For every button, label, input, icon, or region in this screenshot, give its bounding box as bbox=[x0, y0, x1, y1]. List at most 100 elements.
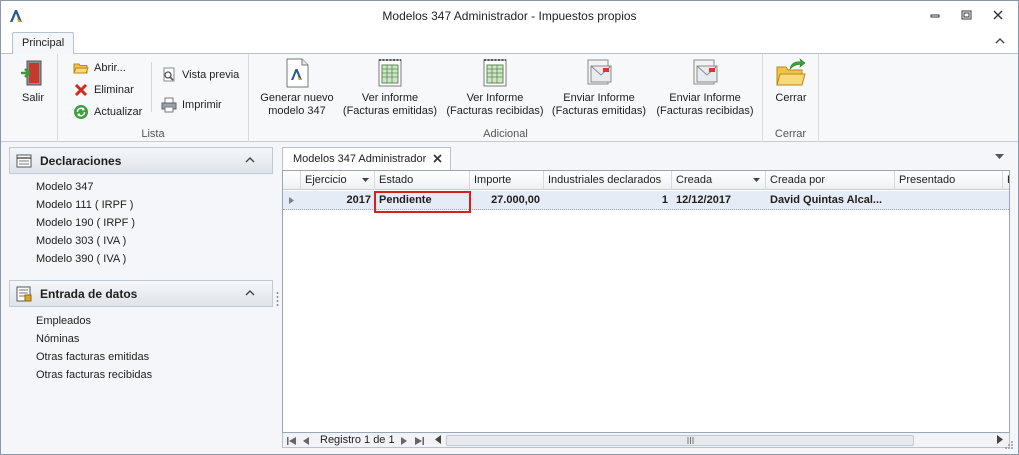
new-document-logo-icon bbox=[286, 58, 309, 88]
prev-record-button[interactable] bbox=[303, 435, 309, 446]
focused-cell-border bbox=[374, 191, 471, 213]
vista-previa-button[interactable]: Vista previa bbox=[161, 66, 239, 84]
ver-informe-recibidas-button[interactable]: Ver Informe (Facturas recibidas) bbox=[445, 58, 545, 118]
grid-header: Ejercicio Estado Importe Industriales de… bbox=[283, 171, 1009, 190]
nav-group-declaraciones-title: Declaraciones bbox=[40, 153, 122, 168]
ver-informe-emitidas-button[interactable]: Ver informe (Facturas emitidas) bbox=[342, 58, 438, 118]
nav-item-nominas[interactable]: Nóminas bbox=[36, 333, 79, 345]
nav-group-entrada-title: Entrada de datos bbox=[40, 286, 138, 301]
document-tab[interactable]: Modelos 347 Administrador bbox=[282, 147, 451, 170]
record-navigator: Registro 1 de 1 bbox=[282, 433, 1010, 448]
actualizar-button[interactable]: Actualizar bbox=[73, 103, 142, 121]
navigation-pane: Declaraciones Modelo 347 Modelo 111 ( IR… bbox=[9, 147, 273, 447]
cerrar-label: Cerrar bbox=[775, 92, 807, 104]
table-row[interactable]: 2017 Pendiente 27.000,00 1 12/12/2017 Da… bbox=[283, 191, 1009, 213]
ver-emitidas-label-1: Ver informe bbox=[361, 92, 419, 104]
close-window-button[interactable] bbox=[989, 7, 1007, 23]
nav-item-otras-recibidas[interactable]: Otras facturas recibidas bbox=[36, 369, 152, 381]
data-grid: Ejercicio Estado Importe Industriales de… bbox=[282, 170, 1010, 433]
nav-item-modelo-347[interactable]: Modelo 347 bbox=[36, 181, 94, 193]
column-header-truncated[interactable]: F bbox=[1003, 171, 1009, 190]
next-record-button[interactable] bbox=[401, 435, 407, 446]
scroll-right-icon[interactable] bbox=[997, 435, 1003, 444]
close-tab-icon[interactable] bbox=[432, 153, 443, 164]
generar-modelo-button[interactable]: Generar nuevo modelo 347 bbox=[255, 58, 339, 118]
row-indicator-icon bbox=[289, 197, 294, 204]
nav-group-declaraciones[interactable]: Declaraciones bbox=[9, 147, 273, 174]
group-lista: Abrir... Eliminar Actualizar Vista previ… bbox=[58, 54, 249, 142]
ver-recibidas-label-2: (Facturas recibidas) bbox=[446, 105, 544, 117]
column-header-creada[interactable]: Creada bbox=[672, 171, 766, 190]
nav-item-modelo-190[interactable]: Modelo 190 ( IRPF ) bbox=[36, 217, 135, 229]
chevron-up-icon[interactable] bbox=[245, 156, 255, 164]
send-report-icon bbox=[587, 59, 612, 85]
cell-industriales[interactable]: 1 bbox=[544, 191, 668, 210]
last-record-button[interactable] bbox=[415, 435, 424, 446]
minimize-icon bbox=[930, 14, 940, 18]
abrir-button[interactable]: Abrir... bbox=[73, 59, 126, 77]
nav-group-entrada-datos[interactable]: Entrada de datos bbox=[9, 280, 273, 307]
cell-creada[interactable]: 12/12/2017 bbox=[676, 191, 764, 210]
report-spreadsheet-icon bbox=[378, 59, 402, 87]
eliminar-button[interactable]: Eliminar bbox=[73, 81, 134, 99]
ribbon-collapse-icon[interactable] bbox=[994, 35, 1006, 47]
group-adicional: Generar nuevo modelo 347 Ver informe (Fa… bbox=[249, 54, 763, 142]
declarations-list-icon bbox=[16, 154, 32, 167]
enviar-emitidas-label-2: (Facturas emitidas) bbox=[551, 105, 647, 117]
next-record-icon bbox=[401, 436, 407, 445]
first-record-button[interactable] bbox=[287, 435, 296, 446]
eliminar-label: Eliminar bbox=[94, 84, 134, 96]
imprimir-label: Imprimir bbox=[182, 99, 222, 111]
ribbon-tabs: Principal bbox=[1, 30, 1018, 55]
cell-importe[interactable]: 27.000,00 bbox=[470, 191, 540, 210]
abrir-label: Abrir... bbox=[94, 62, 126, 74]
imprimir-button[interactable]: Imprimir bbox=[161, 96, 222, 114]
enviar-informe-recibidas-button[interactable]: Enviar Informe (Facturas recibidas) bbox=[655, 58, 755, 118]
enviar-informe-emitidas-button[interactable]: Enviar Informe (Facturas emitidas) bbox=[551, 58, 647, 118]
record-info: Registro 1 de 1 bbox=[320, 434, 395, 446]
maximize-button[interactable] bbox=[957, 7, 975, 23]
generar-label-1: Generar nuevo bbox=[260, 92, 334, 104]
cell-presentado[interactable] bbox=[899, 191, 999, 210]
tab-dropdown-icon[interactable] bbox=[995, 154, 1004, 160]
exit-door-icon bbox=[21, 60, 42, 86]
ver-emitidas-label-2: (Facturas emitidas) bbox=[342, 105, 438, 117]
send-report-icon bbox=[693, 59, 718, 85]
first-record-icon bbox=[287, 436, 296, 445]
splitter-grip-icon[interactable] bbox=[276, 291, 279, 307]
refresh-icon bbox=[74, 105, 88, 119]
horizontal-scrollbar-thumb[interactable] bbox=[446, 435, 914, 446]
column-header-estado[interactable]: Estado bbox=[375, 171, 470, 190]
main-window: Modelos 347 Administrador - Impuestos pr… bbox=[0, 0, 1019, 455]
nav-item-modelo-111[interactable]: Modelo 111 ( IRPF ) bbox=[36, 199, 133, 211]
enviar-recibidas-label-2: (Facturas recibidas) bbox=[656, 105, 754, 117]
nav-item-empleados[interactable]: Empleados bbox=[36, 315, 91, 327]
sort-desc-icon bbox=[753, 178, 760, 182]
cell-ejercicio[interactable]: 2017 bbox=[301, 191, 371, 210]
group-salir: Salir bbox=[1, 54, 58, 142]
prev-record-icon bbox=[303, 436, 309, 445]
title-bar: Modelos 347 Administrador - Impuestos pr… bbox=[1, 1, 1018, 30]
minimize-button[interactable] bbox=[926, 7, 944, 23]
cerrar-button[interactable]: Cerrar bbox=[771, 58, 811, 105]
column-header-presentado[interactable]: Presentado bbox=[895, 171, 1003, 190]
nav-item-otras-emitidas[interactable]: Otras facturas emitidas bbox=[36, 351, 149, 363]
nav-item-modelo-303[interactable]: Modelo 303 ( IVA ) bbox=[36, 235, 126, 247]
maximize-icon bbox=[961, 10, 971, 20]
tab-principal[interactable]: Principal bbox=[12, 32, 75, 55]
enviar-emitidas-label-1: Enviar Informe bbox=[563, 92, 635, 104]
column-header-importe[interactable]: Importe bbox=[470, 171, 544, 190]
delete-x-icon bbox=[74, 83, 88, 97]
chevron-up-icon[interactable] bbox=[245, 289, 255, 297]
column-header-ejercicio[interactable]: Ejercicio bbox=[301, 171, 375, 190]
salir-button[interactable]: Salir bbox=[13, 58, 53, 105]
cell-creada-por[interactable]: David Quintas Alcal... bbox=[770, 191, 892, 210]
enviar-recibidas-label-1: Enviar Informe bbox=[669, 92, 741, 104]
column-header-industriales[interactable]: Industriales declarados bbox=[544, 171, 672, 190]
close-folder-icon bbox=[776, 58, 806, 86]
nav-item-modelo-390[interactable]: Modelo 390 ( IVA ) bbox=[36, 253, 126, 265]
column-header-creada-por[interactable]: Creada por bbox=[766, 171, 895, 190]
resize-grip-icon[interactable] bbox=[1004, 440, 1014, 450]
scroll-left-icon[interactable] bbox=[435, 435, 441, 444]
report-spreadsheet-icon bbox=[483, 59, 507, 87]
